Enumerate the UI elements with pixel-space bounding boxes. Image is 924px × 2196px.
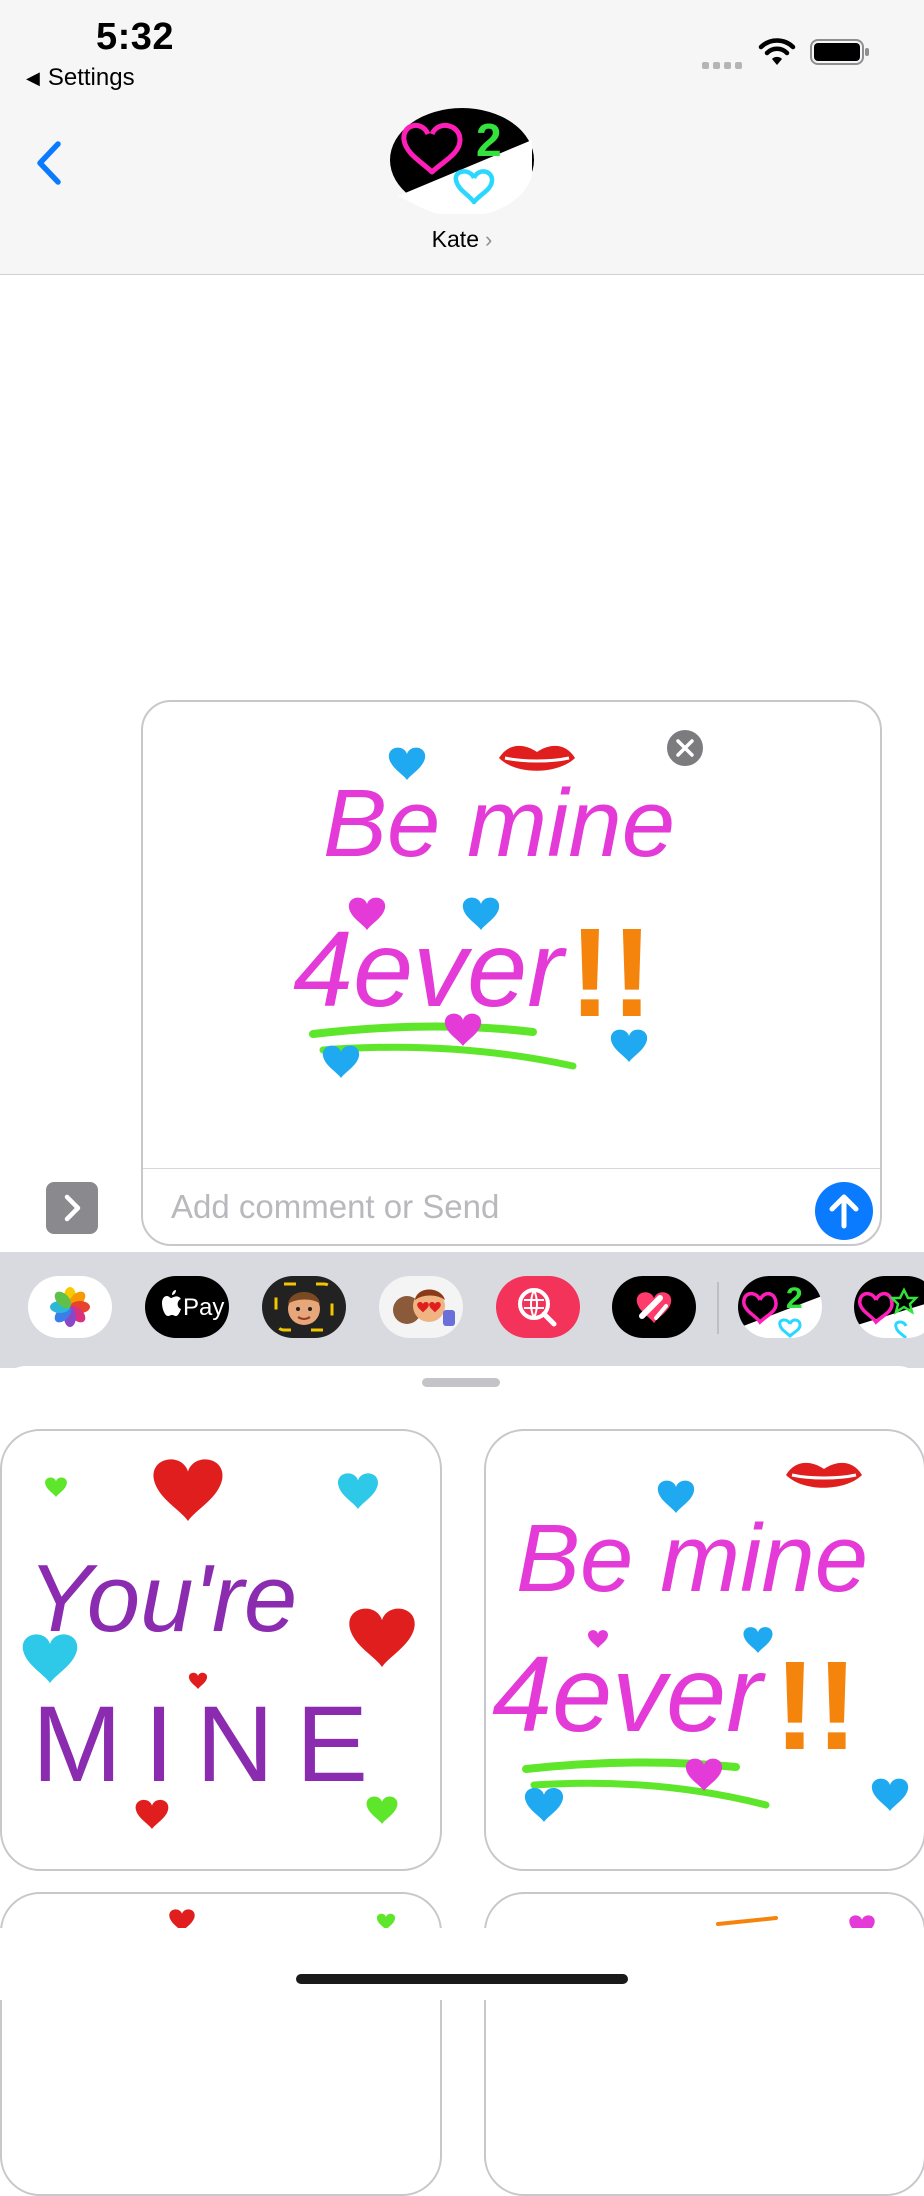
sticker-text-be-mine: Be mine [323,770,675,877]
sticker-text-4ever: 4ever [293,908,567,1029]
photos-icon [50,1287,90,1327]
back-triangle-icon: ◀ [26,67,40,88]
message-compose-box[interactable]: Be mine 4ever !! Add comment or Send [141,700,882,1246]
chevron-right-icon: › [485,227,493,252]
home-indicator[interactable] [296,1974,628,1984]
back-chevron-icon[interactable] [30,138,70,188]
app-memoji[interactable] [262,1276,346,1338]
cellular-signal-icon [702,62,742,69]
sticker-be-mine-4ever[interactable]: Be mine 4ever !! [484,1429,924,1871]
app-valentine-stickers-2[interactable]: 2 [738,1276,822,1338]
message-input[interactable]: Add comment or Send [171,1188,499,1226]
globe-search-icon [518,1288,557,1327]
svg-text:2: 2 [476,114,502,166]
app-search-images[interactable] [496,1276,580,1338]
expand-apps-button[interactable] [46,1182,98,1234]
battery-icon [810,39,869,65]
imessage-apps-bar: Pay 2 [0,1252,924,1368]
app-apple-pay[interactable]: Pay [145,1276,229,1338]
sticker-text-4ever: 4ever [492,1633,766,1754]
wifi-icon [758,38,796,65]
selected-sticker-be-mine-4ever: Be mine 4ever !! [293,745,675,1078]
app-memoji-stickers[interactable] [379,1276,463,1338]
memoji-stickers-icon [393,1289,455,1326]
back-settings-label: Settings [47,64,135,91]
valentine-stickers-2-icon: 2 [738,1276,822,1338]
valentine-stickers-icon [854,1276,924,1338]
memoji-icon [274,1282,334,1332]
arrow-up-icon [829,1194,859,1229]
send-button[interactable] [815,1182,873,1240]
contact-avatar[interactable]: 2 [388,106,536,214]
back-to-settings[interactable]: ◀ Settings [26,64,135,92]
remove-sticker-button[interactable] [665,728,705,768]
sticker-youre-mine-art: You're MINE [22,1459,415,1829]
apple-pay-icon: Pay [162,1290,224,1321]
bottom-safe-area [0,1928,924,2000]
contact-name: Kate [431,226,479,252]
compose-divider [143,1168,880,1169]
apple-pay-label: Pay [183,1294,224,1321]
digital-touch-icon [636,1292,672,1323]
status-time: 5:32 [96,16,175,58]
chevron-right-icon [64,1194,81,1222]
drawer-grabber[interactable] [422,1378,500,1387]
sticker-text-exclaim: !! [569,902,653,1043]
apps-divider [717,1282,719,1334]
app-valentine-stickers[interactable] [854,1276,924,1338]
close-icon [676,739,694,757]
sticker-text-be-mine: Be mine [516,1505,868,1612]
contact-name-row[interactable]: Kate › [0,226,924,253]
app-digital-touch[interactable] [612,1276,696,1338]
lips-icon [786,1462,862,1488]
sticker-text-exclaim: !! [774,1635,858,1776]
svg-text:2: 2 [786,1282,803,1315]
sticker-youre-mine[interactable]: You're MINE [0,1429,442,1871]
sticker-be-mine-4ever-art: Be mine 4ever !! [492,1462,909,1822]
lips-icon [499,745,575,771]
app-photos[interactable] [28,1276,112,1338]
sticker-text-mine: MINE [32,1683,390,1804]
